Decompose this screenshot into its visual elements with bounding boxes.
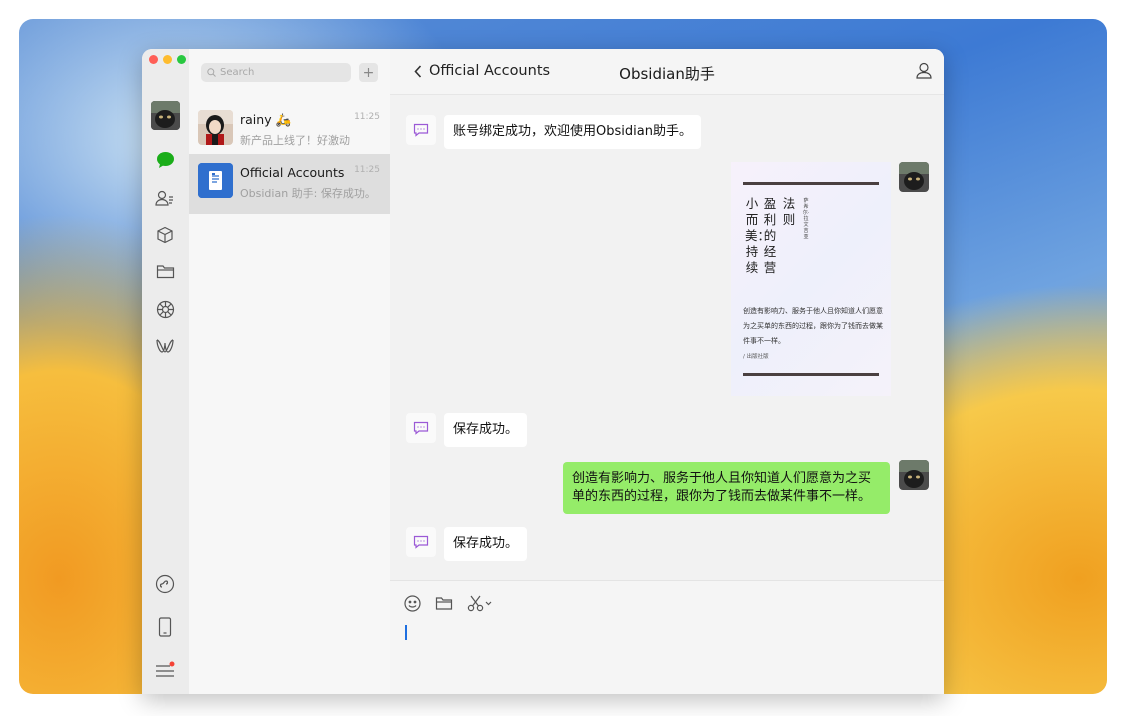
official-accounts-avatar: [198, 163, 233, 198]
contacts-icon[interactable]: [155, 188, 175, 208]
scissors-icon[interactable]: [467, 595, 493, 616]
person-icon[interactable]: [916, 62, 932, 83]
message-bubble: 保存成功。: [444, 527, 528, 561]
image-message[interactable]: 小而美：持续 盈利的经营 法则 萨希尔·拉文吉亚 创造有影响力、服务于他人且你知…: [731, 162, 891, 396]
moments-icon[interactable]: [155, 299, 175, 319]
chat-preview: Obsidian 助手: 保存成功。: [240, 187, 376, 200]
chat-icon[interactable]: [155, 150, 175, 170]
poster-title-col2: 盈利的经营: [763, 196, 777, 275]
chat-list-panel: Search + rainy 🛵 11:25 新产品上线了！好激动 Offici…: [189, 49, 391, 694]
bot-message-icon: [413, 123, 429, 137]
my-avatar[interactable]: [151, 101, 180, 130]
poster-bar-bottom: [743, 373, 879, 376]
rainy-avatar: [198, 110, 233, 145]
message-composer: [390, 580, 944, 694]
chat-header: Official Accounts Obsidian助手: [390, 49, 944, 95]
poster-title-col3: 法则: [782, 196, 796, 227]
my-message-avatar: [899, 162, 929, 192]
phone-icon[interactable]: [155, 617, 175, 637]
zoom-window-button[interactable]: [177, 55, 186, 64]
search-icon: [207, 68, 216, 77]
my-message-avatar: [899, 460, 929, 490]
box-icon[interactable]: [155, 225, 175, 245]
chat-title: Obsidian助手: [619, 65, 715, 83]
chat-name: Official Accounts: [240, 165, 345, 180]
bot-avatar: [406, 413, 436, 443]
sidebar-rail: [142, 49, 189, 694]
chat-name: rainy 🛵: [240, 112, 292, 127]
message-bubble: 账号绑定成功，欢迎使用Obsidian助手。: [444, 115, 701, 149]
search-input[interactable]: Search: [201, 63, 351, 82]
mini-program-icon[interactable]: [155, 574, 175, 594]
folder-icon[interactable]: [155, 261, 175, 281]
poster-source: / 出版社版: [743, 354, 769, 360]
chat-time: 11:25: [354, 165, 380, 175]
wechat-window: Search + rainy 🛵 11:25 新产品上线了！好激动 Offici…: [142, 49, 944, 694]
chat-time: 11:25: [354, 112, 380, 122]
minimize-window-button[interactable]: [163, 55, 172, 64]
bot-message-icon: [413, 421, 429, 435]
my-message-bubble: 创造有影响力、服务于他人且你知道人们愿意为之买单的东西的过程，跟你为了钱而去做某…: [563, 462, 890, 514]
poster-quote: 创造有影响力、服务于他人且你知道人们愿意为之买单的东西的过程，跟你为了钱而去做某…: [743, 307, 883, 345]
chat-preview: 新产品上线了！好激动: [240, 134, 350, 147]
chat-item-rainy[interactable]: rainy 🛵 11:25 新产品上线了！好激动: [189, 101, 390, 161]
message-bubble: 保存成功。: [444, 413, 528, 447]
bot-avatar: [406, 527, 436, 557]
conversation-panel: Official Accounts Obsidian助手 账号绑定成功，欢迎使用…: [390, 49, 944, 694]
poster-author: 萨希尔·拉文吉亚: [802, 198, 810, 240]
menu-icon[interactable]: [155, 660, 175, 680]
bot-avatar: [406, 115, 436, 145]
close-window-button[interactable]: [149, 55, 158, 64]
text-cursor[interactable]: [405, 625, 407, 640]
search-placeholder: Search: [220, 67, 255, 78]
poster-title-col1: 小而美：持续: [745, 196, 771, 275]
bot-message-icon: [413, 535, 429, 549]
folder-icon[interactable]: [435, 595, 453, 615]
channels-icon[interactable]: [155, 336, 175, 356]
add-button[interactable]: +: [359, 63, 378, 82]
poster-bar-top: [743, 182, 879, 185]
emoji-icon[interactable]: [404, 595, 421, 616]
chat-item-official-accounts[interactable]: Official Accounts 11:25 Obsidian 助手: 保存成…: [189, 154, 390, 214]
